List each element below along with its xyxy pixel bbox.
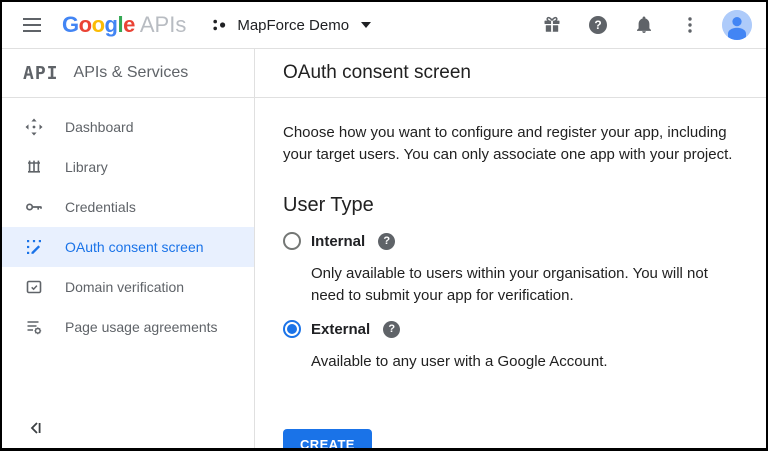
intro-text: Choose how you want to configure and reg… <box>283 122 738 166</box>
more-vert-icon[interactable] <box>678 13 702 37</box>
sidebar-nav: Dashboard Library <box>2 98 254 347</box>
project-selector[interactable]: MapForce Demo <box>212 16 371 34</box>
page-content: Choose how you want to configure and reg… <box>255 98 766 448</box>
sidebar-item-dashboard[interactable]: Dashboard <box>2 107 254 147</box>
avatar[interactable] <box>722 10 752 40</box>
help-icon[interactable]: ? <box>378 233 395 250</box>
main-content: OAuth consent screen Choose how you want… <box>255 49 766 448</box>
api-logo: API <box>23 63 59 84</box>
collapse-sidebar-icon[interactable] <box>26 418 46 438</box>
topbar-actions: ? <box>518 10 752 40</box>
notifications-icon[interactable] <box>632 13 656 37</box>
domain-verification-icon <box>25 278 43 296</box>
logo-letter: g <box>105 12 118 37</box>
create-button[interactable]: CREATE <box>283 429 372 448</box>
menu-icon[interactable] <box>20 13 44 37</box>
sidebar-item-credentials[interactable]: Credentials <box>2 187 254 227</box>
radio-option-external[interactable]: External ? <box>283 319 738 339</box>
dashboard-icon <box>25 118 43 136</box>
radio-option-internal[interactable]: Internal ? <box>283 231 738 251</box>
gift-icon[interactable] <box>540 13 564 37</box>
logo-suffix: APIs <box>140 12 186 38</box>
consent-screen-icon <box>25 238 43 256</box>
top-bar: Google APIs MapForce Demo <box>2 2 766 49</box>
user-type-heading: User Type <box>283 194 738 217</box>
sidebar: API APIs & Services Dashboard <box>2 49 255 448</box>
sidebar-item-page-usage-agreements[interactable]: Page usage agreements <box>2 307 254 347</box>
logo-letter: e <box>123 12 135 37</box>
google-apis-logo: Google APIs <box>62 12 186 38</box>
external-description: Available to any user with a Google Acco… <box>311 351 738 373</box>
logo-letter: o <box>79 12 92 37</box>
sidebar-item-label: Page usage agreements <box>65 319 218 335</box>
sidebar-item-label: Credentials <box>65 199 136 215</box>
radio-internal-control[interactable] <box>283 232 301 250</box>
sidebar-title: APIs & Services <box>74 64 189 82</box>
logo-letter: o <box>92 12 105 37</box>
sidebar-item-label: Dashboard <box>65 119 134 135</box>
radio-external-label: External <box>311 321 370 338</box>
google-cloud-console-window: Google APIs MapForce Demo <box>0 0 768 451</box>
radio-internal-label: Internal <box>311 233 365 250</box>
help-icon[interactable]: ? <box>383 321 400 338</box>
sidebar-item-library[interactable]: Library <box>2 147 254 187</box>
library-icon <box>25 158 43 176</box>
sidebar-item-label: Domain verification <box>65 279 184 295</box>
project-name: MapForce Demo <box>237 17 349 34</box>
radio-external-control[interactable] <box>283 320 301 338</box>
key-icon <box>25 198 43 216</box>
logo-letter: G <box>62 12 79 37</box>
page-title: OAuth consent screen <box>283 62 471 84</box>
internal-description: Only available to users within your orga… <box>311 263 738 307</box>
sidebar-item-label: OAuth consent screen <box>65 239 204 255</box>
help-icon[interactable]: ? <box>586 13 610 37</box>
sidebar-item-label: Library <box>65 159 108 175</box>
page-title-bar: OAuth consent screen <box>255 49 766 98</box>
page-usage-icon <box>25 318 43 336</box>
sidebar-item-domain-verification[interactable]: Domain verification <box>2 267 254 307</box>
sidebar-item-oauth-consent-screen[interactable]: OAuth consent screen <box>2 227 254 267</box>
sidebar-brand: API APIs & Services <box>2 49 254 98</box>
project-icon <box>212 16 228 34</box>
chevron-down-icon <box>361 22 371 28</box>
